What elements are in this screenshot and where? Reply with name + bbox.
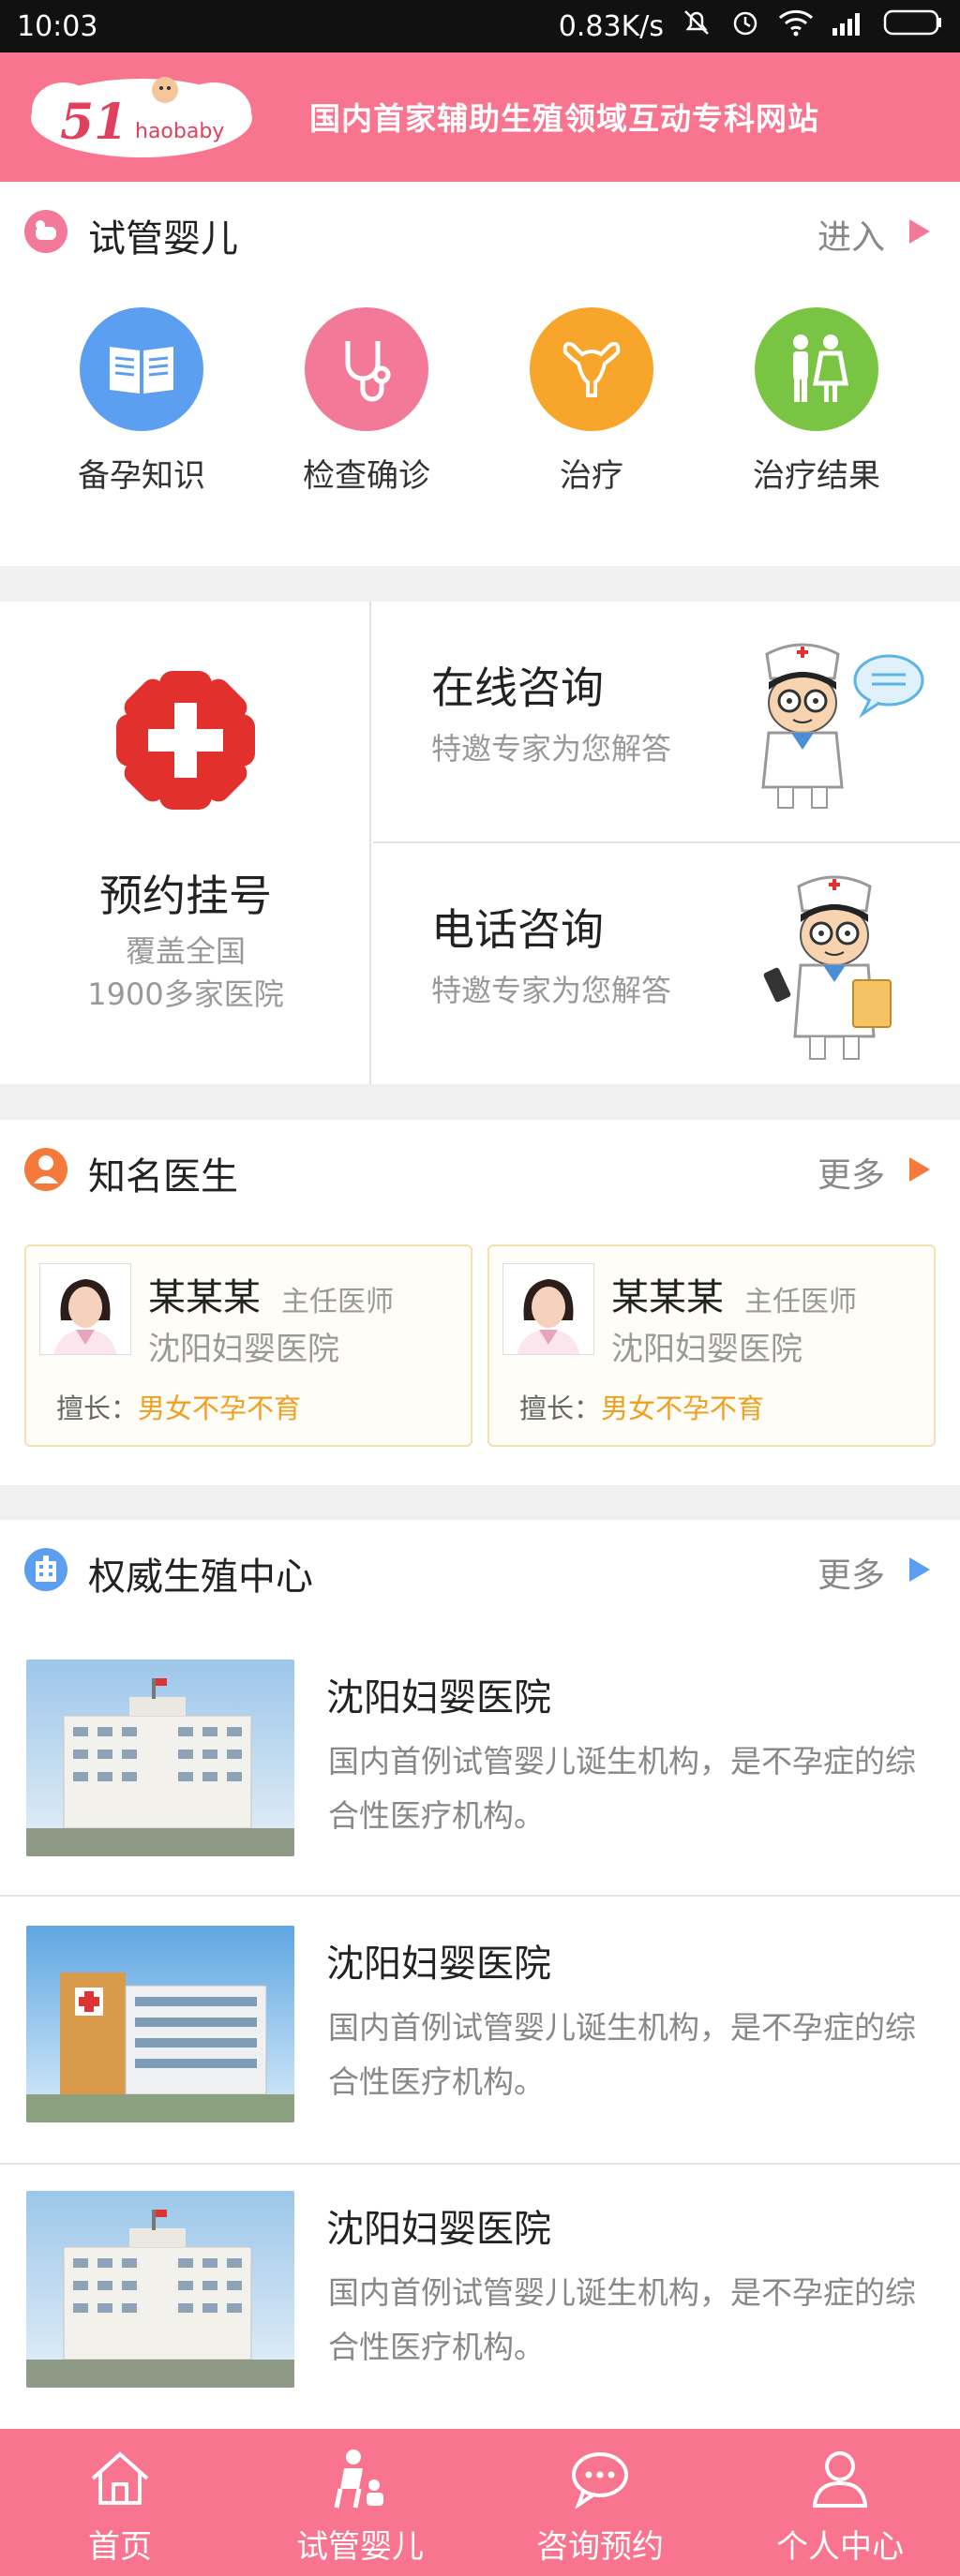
hospital-list-item[interactable]: 沈阳妇婴医院 国内首例试管婴儿诞生机构，是不孕症的综合性医疗机构。 (0, 1635, 960, 1901)
hospital-photo (26, 2191, 294, 2388)
centers-section-title: 权威生殖中心 (88, 1556, 313, 1599)
hospital-name: 沈阳妇婴医院 (326, 1943, 551, 1986)
doctor-hospital: 沈阳妇婴医院 (611, 1331, 802, 1368)
list-divider (0, 2163, 960, 2165)
category-treatment-results[interactable]: 治疗结果 (737, 307, 896, 496)
doctor-card[interactable]: 某某某 主任医师 沈阳妇婴医院 擅长：男女不孕不育 (488, 1244, 936, 1447)
doctor-icon (24, 1148, 68, 1191)
user-icon (720, 2442, 960, 2515)
tab-personal-center[interactable]: 个人中心 (720, 2429, 960, 2576)
logo-number: 51 (60, 94, 128, 151)
phone-consult[interactable]: 电话咨询 特邀专家为您解答 (373, 843, 960, 1083)
category-label: 备孕知识 (78, 457, 205, 495)
arrow-right-icon[interactable] (909, 1157, 930, 1182)
status-bar: 10:03 0.83K/s (0, 0, 960, 52)
hospital-description: 国内首例试管婴儿诞生机构，是不孕症的综合性医疗机构。 (328, 1743, 916, 1834)
category-prep-knowledge[interactable]: 备孕知识 (62, 307, 221, 496)
tab-label: 试管婴儿 (296, 2528, 424, 2566)
hospital-photo (26, 1926, 294, 2122)
phone-consult-subtitle: 特邀专家为您解答 (431, 973, 672, 1008)
doctor-specialty: 擅长：男女不孕不育 (519, 1387, 764, 1426)
phone-consult-title: 电话咨询 (431, 904, 604, 955)
tab-ivf[interactable]: 试管婴儿 (240, 2429, 480, 2576)
tab-consult-appointment[interactable]: 咨询预约 (480, 2429, 720, 2576)
hospital-building-icon (24, 1548, 68, 1591)
tab-label: 咨询预约 (536, 2528, 664, 2566)
doctor-title: 主任医师 (281, 1286, 394, 1318)
doctors-more-link[interactable]: 更多 (818, 1148, 885, 1197)
hospital-description: 国内首例试管婴儿诞生机构，是不孕症的综合性医疗机构。 (328, 2009, 916, 2100)
doctor-avatar (502, 1263, 594, 1355)
chat-icon (480, 2442, 720, 2515)
mute-icon (681, 7, 712, 46)
logo[interactable]: 51 haobaby (26, 69, 257, 163)
home-icon (0, 2442, 240, 2515)
doctor-card[interactable]: 某某某 主任医师 沈阳妇婴医院 擅长：男女不孕不育 (24, 1244, 472, 1447)
wifi-icon (778, 8, 814, 44)
doctors-section-title: 知名医生 (88, 1155, 238, 1199)
doctor-chat-illustration (729, 628, 926, 819)
registration-subtitle: 覆盖全国 1900多家医院 (0, 930, 371, 1016)
ivf-enter-link[interactable]: 进入 (818, 210, 885, 259)
registration-coverage: 覆盖全国 (125, 933, 246, 969)
hospital-description: 国内首例试管婴儿诞生机构，是不孕症的综合性医疗机构。 (328, 2274, 916, 2365)
ivf-icon (240, 2442, 480, 2515)
online-consult-subtitle: 特邀专家为您解答 (431, 731, 672, 767)
centers-section-header: 权威生殖中心 更多 (0, 1520, 960, 1614)
app-header: 51 haobaby 国内首家辅助生殖领域互动专科网站 (0, 52, 960, 182)
medical-cross-icon (111, 665, 261, 819)
doctor-specialty: 擅长：男女不孕不育 (56, 1387, 301, 1426)
hospital-list-item[interactable]: 沈阳妇婴医院 国内首例试管婴儿诞生机构，是不孕症的综合性医疗机构。 (0, 2167, 960, 2433)
category-label: 治疗 (560, 457, 623, 495)
list-divider (0, 1895, 960, 1897)
doctors-section-header: 知名医生 更多 (0, 1120, 960, 1214)
online-consult-title: 在线咨询 (431, 663, 604, 713)
specialty-label: 擅长： (519, 1392, 602, 1424)
category-label: 治疗结果 (753, 457, 880, 495)
specialty-value: 男女不孕不育 (601, 1392, 765, 1424)
category-label: 检查确诊 (303, 457, 430, 495)
hospital-photo (26, 1660, 294, 1856)
status-time: 10:03 (17, 9, 98, 43)
battery-icon (883, 9, 943, 43)
stethoscope-icon (305, 307, 428, 431)
category-treatment[interactable]: 治疗 (512, 307, 671, 496)
consult-section: 预约挂号 覆盖全国 1900多家医院 在线咨询 特邀专家为您解答 电话咨询 特邀… (0, 602, 960, 1084)
doctor-title: 主任医师 (744, 1286, 857, 1318)
logo-text: haobaby (135, 120, 225, 143)
specialty-value: 男女不孕不育 (138, 1392, 302, 1424)
header-slogan: 国内首家辅助生殖领域互动专科网站 (309, 100, 819, 137)
specialty-label: 擅长： (56, 1392, 139, 1424)
category-exam-diagnosis[interactable]: 检查确诊 (287, 307, 446, 496)
tab-home[interactable]: 首页 (0, 2429, 240, 2576)
doctor-hospital: 沈阳妇婴医院 (148, 1331, 339, 1368)
baby-bottle-icon (24, 210, 68, 253)
family-icon (755, 307, 878, 431)
ivf-section-title: 试管婴儿 (88, 217, 238, 261)
appointment-registration[interactable]: 预约挂号 覆盖全国 1900多家医院 (0, 602, 371, 1084)
bottom-tab-bar: 首页 试管婴儿 咨询预约 个人中心 (0, 2429, 960, 2576)
hospital-name: 沈阳妇婴医院 (326, 2208, 551, 2251)
arrow-right-icon[interactable] (909, 219, 930, 244)
doctor-avatar (39, 1263, 131, 1355)
uterus-icon (530, 307, 653, 431)
alarm-icon (729, 7, 761, 46)
book-icon (80, 307, 203, 431)
online-consult[interactable]: 在线咨询 特邀专家为您解答 (373, 602, 960, 841)
centers-more-link[interactable]: 更多 (818, 1548, 885, 1597)
registration-title: 预约挂号 (99, 871, 272, 921)
tab-label: 首页 (88, 2528, 152, 2566)
arrow-right-icon[interactable] (909, 1557, 930, 1582)
tab-label: 个人中心 (776, 2528, 904, 2566)
hospital-list-item[interactable]: 沈阳妇婴医院 国内首例试管婴儿诞生机构，是不孕症的综合性医疗机构。 (0, 1901, 960, 2167)
signal-icon (831, 9, 866, 43)
doctor-name: 某某某 (611, 1276, 724, 1319)
doctor-name: 某某某 (148, 1276, 261, 1319)
doctor-phone-illustration (748, 858, 917, 1068)
hospital-name: 沈阳妇婴医院 (326, 1676, 551, 1720)
registration-hospital-count: 1900多家医院 (87, 976, 284, 1012)
ivf-section-header: 试管婴儿 进入 (0, 182, 960, 275)
network-speed: 0.83K/s (558, 9, 664, 43)
